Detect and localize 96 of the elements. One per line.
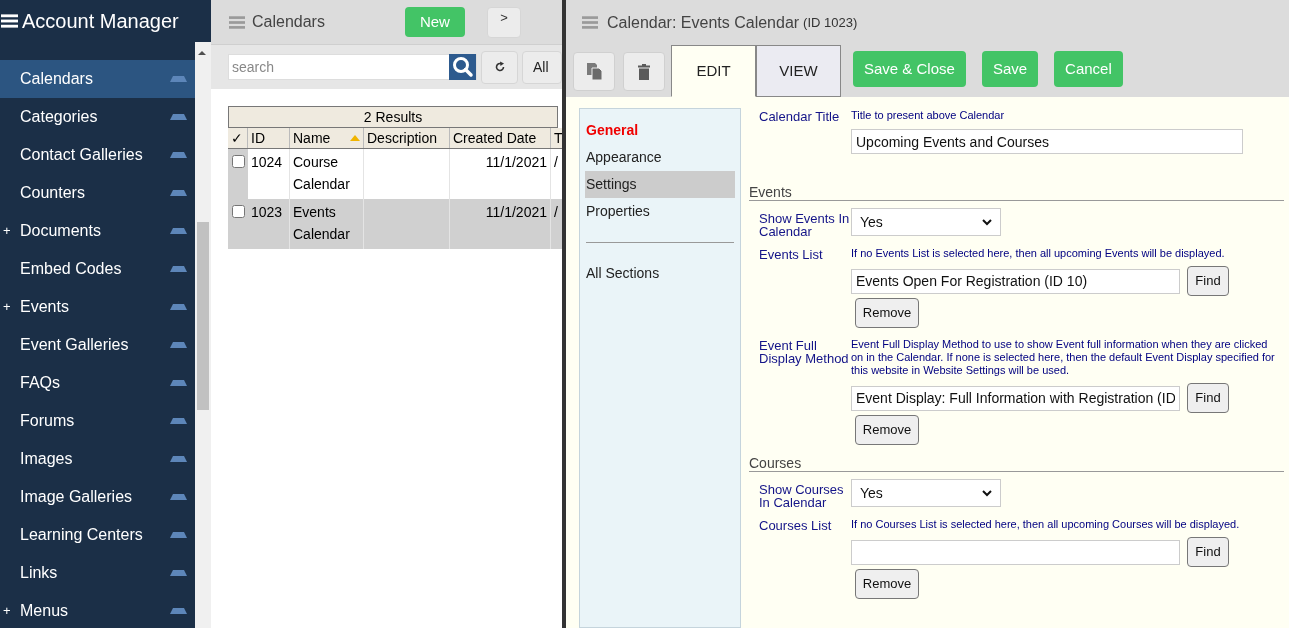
- section-link[interactable]: Appearance: [585, 144, 735, 171]
- field-label: Show Events In Calendar: [758, 211, 851, 238]
- results-header: 2 Results: [228, 106, 558, 128]
- sidebar-item[interactable]: Learning Centers: [0, 516, 195, 554]
- app-title: Account Manager: [22, 9, 179, 34]
- expand-icon[interactable]: +: [3, 297, 11, 317]
- row-checkbox[interactable]: [231, 205, 245, 218]
- chevron-icon: [982, 489, 992, 497]
- expand-icon[interactable]: +: [3, 601, 11, 621]
- sidebar-item[interactable]: Image Galleries: [0, 478, 195, 516]
- list-field[interactable]: Events Open For Registration (ID 10): [851, 268, 1180, 294]
- sidebar-item[interactable]: Event Galleries: [0, 326, 195, 364]
- field-label: Show Courses In Calendar: [758, 482, 845, 509]
- table-cell: 11/1/2021: [450, 199, 551, 249]
- field-label: Calendar Title: [758, 109, 841, 126]
- column-header[interactable]: T: [551, 128, 562, 148]
- collapse-icon[interactable]: [170, 76, 187, 82]
- dropdown[interactable]: Yes: [851, 208, 1001, 236]
- collapse-icon[interactable]: [170, 418, 187, 424]
- collapse-icon[interactable]: [170, 114, 187, 120]
- trash-icon: [638, 63, 650, 80]
- remove-button[interactable]: Remove: [855, 569, 919, 599]
- scrollbar[interactable]: [195, 42, 211, 628]
- field-hint: Title to present above Calendar: [851, 109, 1006, 122]
- refresh-icon: [493, 61, 506, 73]
- table-cell: /: [551, 199, 562, 249]
- all-button[interactable]: All: [522, 50, 562, 84]
- tab[interactable]: VIEW: [756, 45, 841, 97]
- list-field[interactable]: [851, 539, 1180, 565]
- collapse-icon[interactable]: [170, 532, 187, 538]
- chevron-icon: [982, 218, 992, 226]
- menu-icon[interactable]: [1, 14, 18, 28]
- title-field[interactable]: Upcoming Events and Courses: [851, 129, 1243, 154]
- sidebar-item[interactable]: Embed Codes: [0, 250, 195, 288]
- copy-icon: [586, 63, 602, 80]
- panel-title: Calendars: [252, 12, 325, 32]
- find-button[interactable]: Find: [1187, 266, 1229, 296]
- field-hint: Event Full Display Method to use to show Event full information when they are clicked on in the Calendar. If none is selected here, then the default Event Display specified for this website in Website Settings will be used.: [851, 338, 1276, 377]
- collapse-icon[interactable]: [170, 228, 187, 234]
- section-heading: Courses: [749, 455, 1284, 472]
- sidebar-item[interactable]: + Documents: [0, 212, 195, 250]
- collapse-icon[interactable]: [170, 304, 187, 310]
- field-hint: If no Courses List is selected here, then all upcoming Courses will be displayed.: [851, 518, 1241, 531]
- field-label: Events List: [758, 247, 824, 264]
- sidebar-item[interactable]: + Events: [0, 288, 195, 326]
- row-checkbox[interactable]: [231, 155, 245, 168]
- expand-button[interactable]: >: [486, 6, 521, 38]
- expand-icon[interactable]: +: [3, 221, 11, 241]
- sidebar-item[interactable]: Categories: [0, 98, 195, 136]
- search-field[interactable]: search: [228, 54, 478, 80]
- sidebar-item[interactable]: Forums: [0, 402, 195, 440]
- tab[interactable]: EDIT: [671, 45, 756, 97]
- sidebar-item[interactable]: Links: [0, 554, 195, 592]
- section-link[interactable]: Settings: [585, 171, 735, 198]
- delete-button[interactable]: [623, 52, 665, 91]
- sidebar-item[interactable]: FAQs: [0, 364, 195, 402]
- column-header[interactable]: Created Date: [450, 128, 551, 148]
- collapse-icon[interactable]: [170, 608, 187, 614]
- field-label: Courses List: [758, 518, 833, 535]
- copy-button[interactable]: [573, 52, 615, 91]
- collapse-icon[interactable]: [170, 380, 187, 386]
- collapse-icon[interactable]: [170, 152, 187, 158]
- find-button[interactable]: Find: [1187, 383, 1229, 413]
- table-cell: Events Calendar: [290, 199, 364, 249]
- sidebar-item[interactable]: + Menus: [0, 592, 195, 628]
- collapse-icon[interactable]: [170, 570, 187, 576]
- collapse-icon[interactable]: [170, 494, 187, 500]
- field-hint: If no Events List is selected here, then all upcoming Events will be displayed.: [851, 247, 1226, 260]
- sidebar-item[interactable]: Images: [0, 440, 195, 478]
- refresh-button[interactable]: [481, 50, 518, 84]
- record-id: (ID 1023): [803, 13, 858, 32]
- collapse-icon[interactable]: [170, 456, 187, 462]
- section-link[interactable]: General: [585, 117, 735, 144]
- sort-icon: [350, 135, 360, 141]
- remove-button[interactable]: Remove: [855, 298, 919, 328]
- column-header[interactable]: ✓: [228, 128, 248, 148]
- find-button[interactable]: Find: [1187, 537, 1229, 567]
- section-link[interactable]: Properties: [585, 198, 735, 225]
- collapse-icon[interactable]: [170, 266, 187, 272]
- column-header[interactable]: Name: [290, 128, 364, 148]
- section-heading: Events: [749, 184, 1284, 201]
- collapse-icon[interactable]: [170, 190, 187, 196]
- list-field[interactable]: Event Display: Full Information with Registration (ID: [851, 385, 1180, 411]
- sidebar-item[interactable]: Contact Galleries: [0, 136, 195, 174]
- field-label: Event Full Display Method: [758, 338, 850, 368]
- sidebar-item[interactable]: Counters: [0, 174, 195, 212]
- collapse-icon[interactable]: [170, 342, 187, 348]
- column-header[interactable]: Description: [364, 128, 450, 148]
- column-header[interactable]: ID: [248, 128, 290, 148]
- section-link[interactable]: All Sections: [585, 260, 735, 287]
- search-input[interactable]: search: [229, 55, 450, 79]
- search-icon[interactable]: [449, 54, 477, 80]
- remove-button[interactable]: Remove: [855, 415, 919, 445]
- sidebar-item[interactable]: Calendars: [0, 60, 195, 98]
- editor-title: Calendar: Events Calendar: [607, 12, 800, 33]
- dropdown[interactable]: Yes: [851, 479, 1001, 507]
